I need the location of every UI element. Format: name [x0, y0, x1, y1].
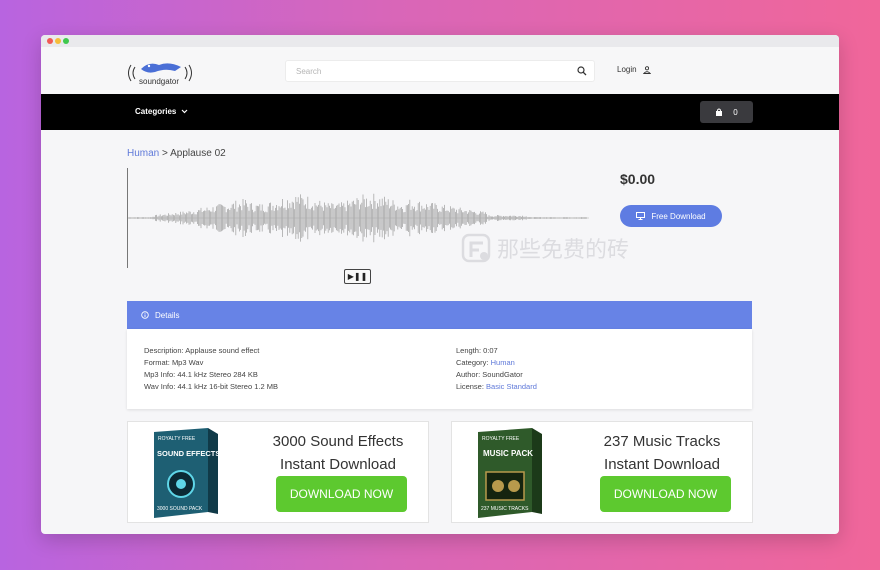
box-bottom-text: 237 MUSIC TRACKS — [481, 506, 529, 512]
download-now-button[interactable]: DOWNLOAD NOW — [276, 476, 407, 512]
login-link[interactable]: Login — [617, 65, 651, 74]
window-chrome — [41, 35, 839, 47]
detail-row-description: Description: Applause sound effect — [144, 346, 260, 355]
shopping-bag-icon — [716, 108, 723, 116]
play-pause-symbol: ▶❚❚ — [347, 272, 368, 281]
browser-window: soundgator Login Categories 0 — [41, 35, 839, 534]
categories-dropdown[interactable]: Categories — [135, 107, 188, 116]
detail-row-mp3-info: Mp3 Info: 44.1 kHz Stereo 284 KB — [144, 370, 258, 379]
login-label: Login — [617, 65, 637, 74]
minimize-window-dot[interactable] — [55, 38, 61, 44]
cart-count: 0 — [733, 107, 738, 117]
box-bottom-text: 3000 SOUND PACK — [157, 506, 203, 512]
info-circle-icon — [141, 311, 149, 319]
breadcrumb: Human > Applause 02 — [127, 148, 226, 159]
detail-row-format: Format: Mp3 Wav — [144, 358, 204, 367]
details-tab[interactable]: Details — [127, 301, 752, 329]
details-panel: Description: Applause sound effect Forma… — [127, 329, 752, 409]
download-now-button[interactable]: DOWNLOAD NOW — [600, 476, 731, 512]
detail-row-license: License: Basic Standard — [456, 382, 537, 391]
watermark-logo-icon — [461, 233, 491, 263]
detail-row-author: Author: SoundGator — [456, 370, 523, 379]
product-price: $0.00 — [620, 171, 656, 187]
free-download-button[interactable]: Free Download — [620, 205, 722, 227]
box-main-text: SOUND EFFECTS — [157, 449, 220, 458]
breadcrumb-separator: > — [162, 148, 168, 159]
main-navbar: Categories 0 — [41, 94, 839, 130]
ad-title: 3000 Sound Effects Instant Download — [272, 433, 404, 473]
music-pack-box-image: ROYALTY FREE MUSIC PACK 237 MUSIC TRACKS — [478, 428, 542, 518]
detail-row-wav-info: Wav Info: 44.1 kHz 16-bit Stereo 1.2 MB — [144, 382, 278, 391]
search-icon[interactable] — [577, 66, 587, 76]
cart-button[interactable]: 0 — [700, 101, 753, 123]
detail-row-length: Length: 0:07 — [456, 346, 498, 355]
categories-label: Categories — [135, 107, 177, 116]
box-top-text: ROYALTY FREE — [158, 436, 196, 442]
license-link[interactable]: Basic Standard — [486, 382, 537, 391]
details-tab-label: Details — [155, 310, 180, 320]
box-top-text: ROYALTY FREE — [482, 436, 520, 442]
detail-row-category: Category: Human — [456, 358, 515, 367]
box-main-text: MUSIC PACK — [483, 449, 533, 458]
sound-effects-ad[interactable]: ROYALTY FREE SOUND EFFECTS 3000 SOUND PA… — [127, 421, 429, 523]
play-pause-button[interactable]: ▶❚❚ — [344, 269, 371, 284]
breadcrumb-link-human[interactable]: Human — [127, 148, 159, 159]
details-left-column: Description: Applause sound effect Forma… — [144, 345, 278, 393]
ad-title: 237 Music Tracks Instant Download — [603, 433, 721, 473]
watermark: 那些免费的砖 — [461, 232, 629, 264]
user-icon — [642, 65, 651, 74]
breadcrumb-current: Applause 02 — [170, 148, 226, 159]
logo-text: soundgator — [139, 77, 180, 86]
watermark-text: 那些免费的砖 — [497, 237, 630, 262]
search-input[interactable] — [285, 60, 595, 82]
free-download-label: Free Download — [651, 211, 706, 221]
music-pack-ad[interactable]: ROYALTY FREE MUSIC PACK 237 MUSIC TRACKS… — [451, 421, 753, 523]
sound-effects-box-image: ROYALTY FREE SOUND EFFECTS 3000 SOUND PA… — [154, 428, 220, 518]
monitor-download-icon — [636, 212, 646, 220]
chevron-down-icon — [181, 109, 188, 114]
category-link[interactable]: Human — [491, 358, 515, 367]
details-right-column: Length: 0:07 Category: Human Author: Sou… — [456, 345, 537, 393]
close-window-dot[interactable] — [47, 38, 53, 44]
site-header: soundgator Login — [41, 47, 839, 94]
maximize-window-dot[interactable] — [63, 38, 69, 44]
